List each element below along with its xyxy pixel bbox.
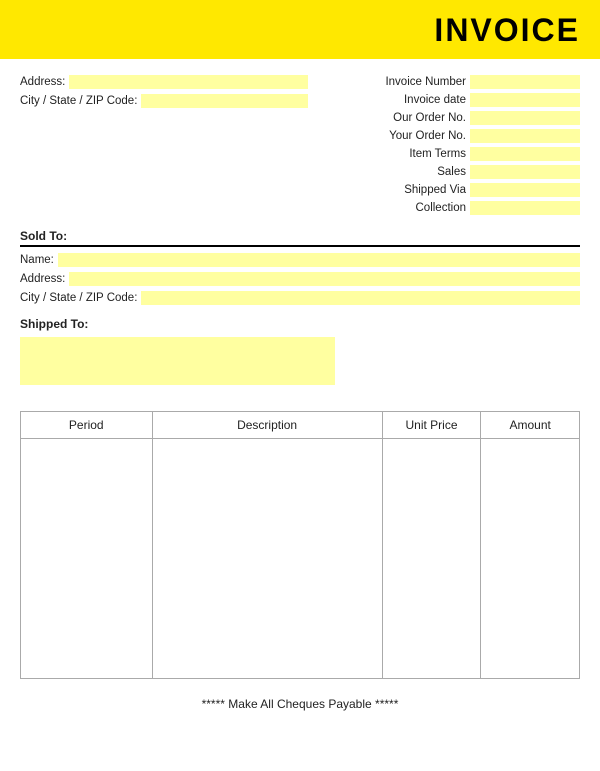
item-terms-label: Item Terms — [409, 148, 466, 160]
city-label: City / State / ZIP Code: — [20, 95, 137, 107]
invoice-number-label: Invoice Number — [385, 76, 466, 88]
right-info-section: Invoice Number Invoice date Our Order No… — [318, 75, 580, 219]
address-input[interactable] — [69, 75, 308, 89]
sold-to-address-input[interactable] — [69, 272, 580, 286]
sales-row: Sales — [318, 165, 580, 179]
our-order-label: Our Order No. — [393, 112, 466, 124]
footer: ***** Make All Cheques Payable ***** — [0, 689, 600, 721]
invoice-number-row: Invoice Number — [318, 75, 580, 89]
shipped-to-input[interactable] — [20, 337, 335, 385]
address-label: Address: — [20, 76, 65, 88]
top-section: Address: City / State / ZIP Code: Invoic… — [20, 75, 580, 219]
col-unit-price: Unit Price — [382, 412, 481, 439]
main-content: Address: City / State / ZIP Code: Invoic… — [0, 59, 600, 395]
invoice-header: INVOICE — [0, 0, 600, 59]
period-cell[interactable] — [21, 439, 153, 679]
sold-to-address-label: Address: — [20, 273, 65, 285]
your-order-input[interactable] — [470, 129, 580, 143]
shipped-via-label: Shipped Via — [404, 184, 466, 196]
collection-label: Collection — [416, 202, 467, 214]
invoice-date-input[interactable] — [470, 93, 580, 107]
sold-to-name-row: Name: — [20, 253, 580, 267]
city-row: City / State / ZIP Code: — [20, 94, 308, 108]
unit-price-cell[interactable] — [382, 439, 481, 679]
shipped-to-section: Shipped To: — [20, 317, 580, 385]
shipped-to-label: Shipped To: — [20, 317, 580, 331]
invoice-date-label: Invoice date — [404, 94, 466, 106]
our-order-input[interactable] — [470, 111, 580, 125]
invoice-table-section: Period Description Unit Price Amount — [20, 411, 580, 679]
sold-to-section: Sold To: Name: Address: City / State / Z… — [20, 229, 580, 305]
address-row: Address: — [20, 75, 308, 89]
sold-to-name-label: Name: — [20, 254, 54, 266]
sold-to-address-row: Address: — [20, 272, 580, 286]
col-description: Description — [152, 412, 382, 439]
col-amount: Amount — [481, 412, 580, 439]
shipped-via-input[interactable] — [470, 183, 580, 197]
invoice-title: INVOICE — [434, 12, 580, 48]
collection-input[interactable] — [470, 201, 580, 215]
sold-to-city-row: City / State / ZIP Code: — [20, 291, 580, 305]
invoice-number-input[interactable] — [470, 75, 580, 89]
left-address-section: Address: City / State / ZIP Code: — [20, 75, 308, 219]
sales-input[interactable] — [470, 165, 580, 179]
item-terms-row: Item Terms — [318, 147, 580, 161]
invoice-table: Period Description Unit Price Amount — [20, 411, 580, 679]
your-order-row: Your Order No. — [318, 129, 580, 143]
invoice-date-row: Invoice date — [318, 93, 580, 107]
table-row — [21, 439, 580, 679]
collection-row: Collection — [318, 201, 580, 215]
footer-text: ***** Make All Cheques Payable ***** — [202, 697, 399, 711]
item-terms-input[interactable] — [470, 147, 580, 161]
table-header-row: Period Description Unit Price Amount — [21, 412, 580, 439]
your-order-label: Your Order No. — [389, 130, 466, 142]
our-order-row: Our Order No. — [318, 111, 580, 125]
sales-label: Sales — [437, 166, 466, 178]
sold-to-city-label: City / State / ZIP Code: — [20, 292, 137, 304]
amount-cell[interactable] — [481, 439, 580, 679]
shipped-via-row: Shipped Via — [318, 183, 580, 197]
sold-to-label: Sold To: — [20, 229, 580, 247]
sold-to-city-input[interactable] — [141, 291, 580, 305]
city-input[interactable] — [141, 94, 308, 108]
description-cell[interactable] — [152, 439, 382, 679]
sold-to-name-input[interactable] — [58, 253, 580, 267]
col-period: Period — [21, 412, 153, 439]
